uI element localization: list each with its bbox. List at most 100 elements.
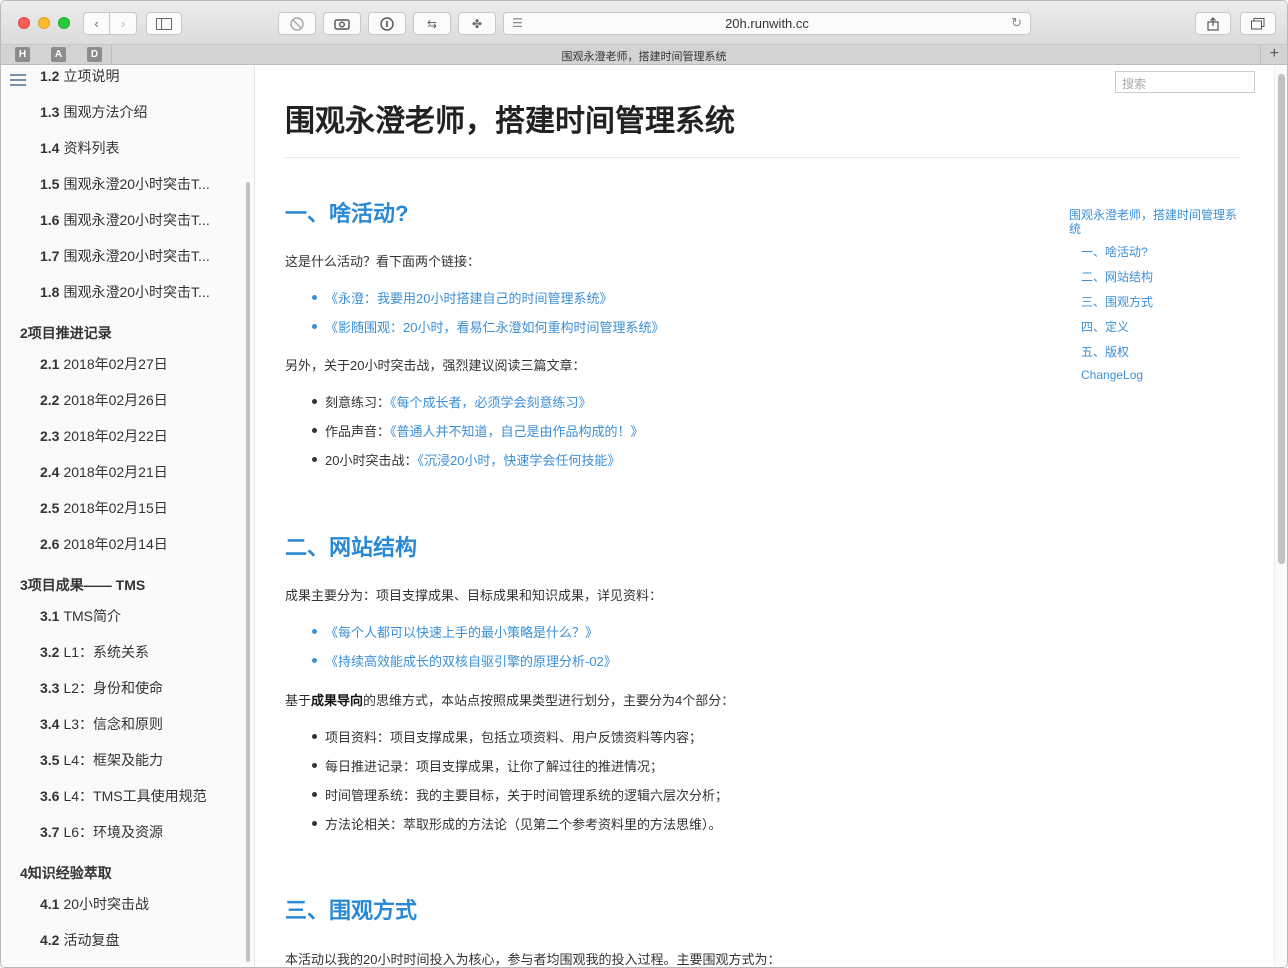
sidebar-item[interactable]: 1.8 围观永澄20小时突击T... — [40, 282, 210, 302]
block-button[interactable] — [278, 12, 316, 35]
sidebar-toggle-button[interactable] — [146, 12, 182, 35]
sidebar-item[interactable]: 2.5 2018年02月15日 — [40, 498, 168, 518]
sidebar-item-number: 2.3 — [40, 428, 60, 444]
zoom-window-button[interactable] — [58, 17, 70, 29]
sidebar-item[interactable]: 1.5 围观永澄20小时突击T... — [40, 174, 210, 194]
sidebar-item[interactable]: 1.2 立项说明 — [40, 66, 119, 86]
block-icon — [290, 16, 304, 31]
article-link[interactable]: 《沉浸20小时，快速学会任何技能》 — [417, 453, 620, 468]
paragraph: 基于成果导向的思维方式，本站点按照成果类型进行划分，主要分为4个部分： — [285, 690, 734, 709]
sidebar-item-number: 3.1 — [40, 608, 60, 624]
sidebar-item[interactable]: 2.4 2018年02月21日 — [40, 462, 168, 482]
sidebar-item[interactable]: 2.2 2018年02月26日 — [40, 390, 168, 410]
reload-icon[interactable]: ↻ — [1011, 15, 1022, 31]
list-item: 作品声音：《普通人并不知道，自己是由作品构成的！》 — [312, 421, 644, 440]
sidebar-item[interactable]: 2.3 2018年02月22日 — [40, 426, 168, 446]
list-item-label: 作品声音： — [325, 424, 391, 439]
right-toc-item[interactable]: 五、版权 — [1081, 343, 1129, 360]
sidebar-item-number: 4.1 — [40, 896, 60, 912]
sidebar-item-number: 1.3 — [40, 104, 60, 120]
list-item: 20小时突击战：《沉浸20小时，快速学会任何技能》 — [311, 450, 620, 469]
sidebar-item[interactable]: 1.7 围观永澄20小时突击T... — [40, 246, 210, 266]
right-toc-title[interactable]: 围观永澄老师，搭建时间管理系统 — [1069, 208, 1244, 236]
sidebar-item-number: 1.4 — [40, 140, 60, 156]
share-button[interactable] — [1195, 12, 1231, 35]
sidebar-item[interactable]: 1.3 围观方法介绍 — [40, 102, 147, 122]
search-input[interactable]: 搜索 — [1115, 71, 1255, 93]
text: 基于 — [285, 693, 312, 708]
sidebar-item[interactable]: 3.5 L4：框架及能力 — [40, 750, 163, 770]
info-button[interactable] — [368, 12, 406, 35]
sidebar-scrollbar[interactable] — [246, 182, 250, 962]
sidebar-item[interactable]: 3.4 L3：信念和原则 — [40, 714, 163, 734]
article-link[interactable]: 《持续高效能成长的双核自驱引擎的原理分析-02》 — [312, 651, 617, 670]
sidebar-item[interactable]: 2.1 2018年02月27日 — [40, 354, 168, 374]
sidebar-item-label: 2018年02月21日 — [63, 464, 168, 480]
sidebar-item[interactable]: 3.2 L1：系统关系 — [40, 642, 149, 662]
sidebar-item[interactable]: 3.6 L4：TMS工具使用规范 — [40, 786, 207, 806]
text: 的思维方式，本站点按照成果类型进行划分，主要分为4个部分： — [363, 693, 735, 708]
main-content: 搜索 围观永澄老师，搭建时间管理系统 一、啥活动? 这是什么活动？看下面两个链接… — [256, 66, 1272, 967]
sidebar-item-label: L1：系统关系 — [63, 644, 150, 660]
right-toc-item[interactable]: 一、啥活动? — [1081, 243, 1148, 260]
article-link[interactable]: 《每个成长者，必须学会刻意练习》 — [390, 395, 592, 410]
puzzle-icon: ✤ — [471, 16, 483, 31]
menu-icon[interactable] — [10, 74, 26, 89]
sidebar-item-label: L6：环境及资源 — [63, 824, 164, 840]
new-tab-button[interactable]: + — [1270, 45, 1279, 63]
sidebar-item-label: L3：信念和原则 — [63, 716, 164, 732]
right-toc-item[interactable]: ChangeLog — [1081, 368, 1143, 382]
sidebar-item-number: 1.8 — [40, 284, 60, 300]
article-link[interactable]: 《普通人并不知道，自己是由作品构成的！》 — [390, 424, 644, 439]
extension-button[interactable]: ✤ — [458, 12, 496, 35]
list-item-label: 20小时突击战： — [325, 453, 418, 468]
right-toc-item[interactable]: 二、网站结构 — [1081, 268, 1153, 285]
page-scrollbar[interactable] — [1274, 66, 1287, 967]
page-title: 围观永澄老师，搭建时间管理系统 — [285, 105, 735, 138]
sidebar-item[interactable]: 3.3 L2：身份和使命 — [40, 678, 163, 698]
sidebar-item[interactable]: 3.1 TMS简介 — [40, 606, 121, 626]
scroll-thumb[interactable] — [1278, 74, 1285, 564]
sidebar-chapter[interactable]: 3项目成果—— TMS — [20, 575, 145, 595]
tabs-overview-button[interactable] — [1240, 12, 1276, 35]
list-item-label: 刻意练习： — [325, 395, 391, 410]
paragraph: 本活动以我的20小时时间投入为核心，参与者均围观我的投入过程。主要围观方式为： — [285, 952, 781, 967]
sidebar-item[interactable]: 1.6 围观永澄20小时突击T... — [40, 210, 210, 230]
share-icon — [1207, 16, 1219, 31]
sidebar-chapter[interactable]: 4知识经验萃取 — [20, 863, 112, 883]
bold-text: 成果导向 — [311, 693, 364, 708]
tab-title[interactable]: 围观永澄老师，搭建时间管理系统 — [1, 48, 1287, 64]
sidebar-item[interactable]: 4.2 活动复盘 — [40, 930, 119, 950]
reader-icon[interactable]: ☰ — [512, 16, 523, 30]
sidebar-item-label: 2018年02月22日 — [63, 428, 168, 444]
screenshot-button[interactable] — [323, 12, 361, 35]
sidebar-item[interactable]: 4.1 20小时突击战 — [40, 894, 149, 914]
article-link[interactable]: 《每个人都可以快速上手的最小策略是什么？》 — [311, 622, 598, 641]
sidebar-item[interactable]: 3.7 L6：环境及资源 — [40, 822, 163, 842]
paragraph: 成果主要分为：项目支撑成果、目标成果和知识成果，详见资料： — [285, 588, 663, 603]
minimize-window-button[interactable] — [38, 17, 50, 29]
list-item: 每日推进记录：项目支撑成果，让你了解过往的推进情况； — [311, 756, 663, 775]
sidebar-item-label: L2：身份和使命 — [63, 680, 164, 696]
transfer-button[interactable]: ⇆ — [413, 12, 451, 35]
sidebar-item-number: 1.7 — [40, 248, 60, 264]
section-heading-activity: 一、啥活动? — [285, 201, 409, 226]
forward-button[interactable]: › — [110, 13, 136, 34]
sidebar-item-label: TMS简介 — [63, 608, 122, 624]
sidebar-item-number: 2.1 — [40, 356, 60, 372]
sidebar-item-label: 活动复盘 — [63, 932, 120, 948]
right-toc-item[interactable]: 三、围观方式 — [1081, 293, 1153, 310]
info-icon — [380, 16, 394, 31]
sidebar-item-label: 围观永澄20小时突击T... — [63, 248, 210, 264]
close-window-button[interactable] — [18, 17, 30, 29]
address-bar[interactable]: ☰ 20h.runwith.cc ↻ — [503, 12, 1031, 35]
sidebar-item-label: 20小时突击战 — [63, 896, 150, 912]
article-link[interactable]: 《永澄：我要用20小时搭建自己的时间管理系统》 — [311, 288, 612, 307]
back-button[interactable]: ‹ — [84, 13, 111, 34]
right-toc-item[interactable]: 四、定义 — [1081, 318, 1129, 335]
sidebar-item[interactable]: 2.6 2018年02月14日 — [40, 534, 168, 554]
sidebar-item[interactable]: 1.4 资料列表 — [40, 138, 119, 158]
tab-bar: H A D 围观永澄老师，搭建时间管理系统 + — [1, 45, 1287, 65]
sidebar-chapter[interactable]: 2项目推进记录 — [20, 323, 112, 343]
article-link[interactable]: 《影随围观：20小时，看易仁永澄如何重构时间管理系统》 — [311, 317, 664, 336]
